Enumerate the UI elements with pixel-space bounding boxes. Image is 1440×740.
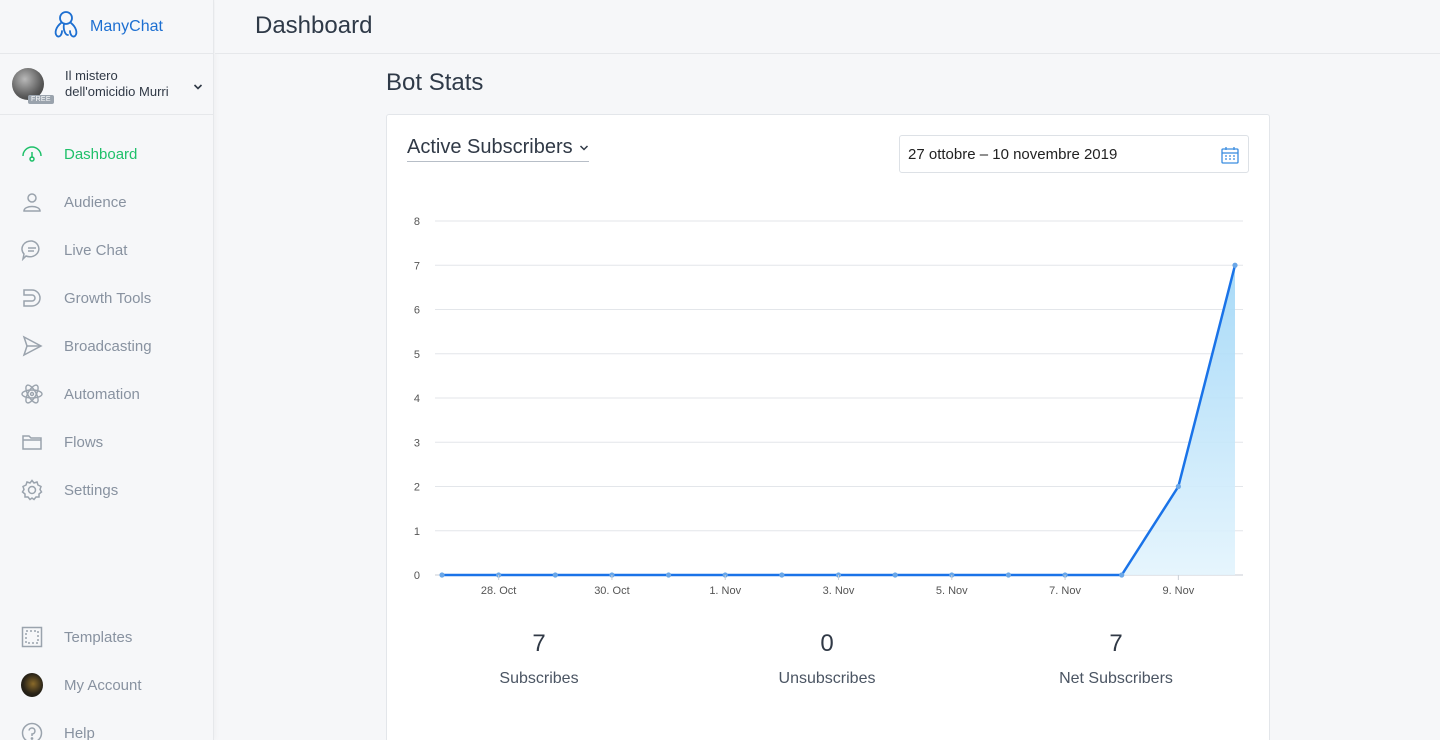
stat-value: 7	[1109, 630, 1123, 657]
y-tick-label: 2	[414, 482, 420, 494]
sidebar-item-settings[interactable]: Settings	[0, 466, 213, 514]
sidebar-item-my-account[interactable]: My Account	[0, 661, 213, 709]
data-point[interactable]	[779, 572, 785, 578]
chat-bubble-icon	[21, 239, 43, 261]
data-point[interactable]	[1119, 572, 1125, 578]
y-tick-label: 0	[414, 570, 420, 582]
chevron-down-icon[interactable]	[193, 78, 203, 96]
x-tick-label: 5. Nov	[936, 585, 968, 597]
sidebar-item-flows[interactable]: Flows	[0, 418, 213, 466]
series-area	[442, 265, 1235, 575]
y-tick-label: 3	[414, 437, 420, 449]
stat-label: Net Subscribers	[1059, 670, 1173, 687]
sidebar-item-audience[interactable]: Audience	[0, 178, 213, 226]
magnet-icon	[21, 287, 43, 309]
speedometer-icon	[21, 143, 43, 165]
sidebar-item-growth-tools[interactable]: Growth Tools	[0, 274, 213, 322]
sidebar-item-label: Settings	[64, 481, 119, 499]
section-title: Bot Stats	[386, 69, 484, 96]
folder-icon	[21, 431, 43, 453]
sidebar-item-label: Live Chat	[64, 241, 128, 259]
atom-icon	[21, 383, 43, 405]
chevron-down-icon	[579, 144, 588, 151]
data-point[interactable]	[552, 572, 558, 578]
send-icon	[21, 335, 43, 357]
gear-icon	[21, 479, 43, 501]
data-point[interactable]	[665, 572, 672, 578]
y-tick-label: 1	[414, 526, 420, 538]
top-header: Dashboard	[215, 0, 1440, 54]
sidebar-item-label: Audience	[64, 193, 127, 211]
sidebar: ManyChat FREE Il mistero dell'omicidio M…	[0, 0, 214, 740]
page-title: Dashboard	[255, 12, 373, 39]
x-tick-label: 9. Nov	[1162, 585, 1194, 597]
sidebar-item-live-chat[interactable]: Live Chat	[0, 226, 213, 274]
active-subscribers-chart: 0 1 2 3 4 5 6 7 8 28. Oct 30. Oct 1. Nov 3. Nov 5. N…	[414, 216, 1243, 597]
series-line	[442, 264, 1237, 577]
y-tick-label: 5	[414, 349, 420, 361]
account-name-line1: Il mistero	[65, 68, 118, 83]
y-tick-label: 7	[414, 260, 420, 272]
account-name: Il mistero dell'omicidio Murri	[65, 68, 169, 100]
date-range-value: 27 ottobre – 10 novembre 2019	[908, 145, 1118, 163]
sidebar-item-label: Automation	[64, 385, 140, 403]
y-tick-label: 8	[414, 216, 420, 228]
data-point[interactable]	[892, 572, 898, 578]
brand-logo[interactable]: ManyChat	[0, 0, 213, 54]
sidebar-item-label: Help	[64, 724, 95, 740]
manychat-logo-icon	[50, 9, 82, 44]
sidebar-item-label: Broadcasting	[64, 337, 152, 355]
date-range-picker[interactable]: 27 ottobre – 10 novembre 2019	[899, 135, 1249, 173]
help-icon	[21, 722, 43, 740]
sidebar-item-help[interactable]: Help	[0, 709, 213, 740]
data-point[interactable]	[439, 572, 445, 578]
calendar-icon[interactable]	[1220, 145, 1240, 169]
sidebar-item-automation[interactable]: Automation	[0, 370, 213, 418]
metric-select-value: Active Subscribers	[407, 136, 573, 158]
user-icon	[21, 191, 43, 213]
plan-badge: FREE	[28, 95, 54, 104]
data-point[interactable]	[1175, 483, 1181, 490]
x-tick-label: 3. Nov	[823, 585, 855, 597]
data-point[interactable]	[1005, 572, 1012, 578]
account-avatar	[21, 673, 43, 697]
stat-label: Unsubscribes	[778, 670, 876, 687]
data-point[interactable]	[1232, 262, 1238, 268]
bottom-nav: Templates My Account Help	[0, 613, 213, 740]
x-tick-label: 30. Oct	[594, 585, 629, 597]
metric-select-dropdown[interactable]: Active Subscribers	[407, 136, 589, 162]
sidebar-item-label: Dashboard	[64, 145, 138, 163]
sidebar-item-label: Growth Tools	[64, 289, 152, 307]
sidebar-item-label: Flows	[64, 433, 104, 451]
sidebar-item-label: My Account	[64, 676, 142, 694]
stat-net-subscribers: 7 Net Subscribers	[1016, 630, 1216, 688]
x-tick-label: 28. Oct	[481, 585, 516, 597]
account-switcher[interactable]: FREE Il mistero dell'omicidio Murri	[0, 54, 213, 115]
brand-name: ManyChat	[90, 17, 163, 35]
stat-label: Subscribes	[499, 670, 579, 687]
sidebar-item-templates[interactable]: Templates	[0, 613, 213, 661]
stat-subscribes: 7 Subscribes	[439, 630, 639, 688]
x-tick-label: 7. Nov	[1049, 585, 1081, 597]
y-tick-label: 4	[414, 393, 420, 405]
y-tick-label: 6	[414, 305, 420, 317]
sidebar-item-dashboard[interactable]: Dashboard	[0, 130, 213, 178]
stat-value: 0	[820, 630, 834, 657]
sidebar-item-label: Templates	[64, 628, 133, 646]
stat-unsubscribes: 0 Unsubscribes	[727, 630, 927, 688]
sidebar-item-broadcasting[interactable]: Broadcasting	[0, 322, 213, 370]
bot-stats-card: Active Subscribers 27 ottobre – 10 novem…	[386, 114, 1270, 740]
stat-value: 7	[532, 630, 546, 657]
page-avatar: FREE	[12, 68, 54, 104]
main-nav: Dashboard Audience Live Chat Growth Tool…	[0, 130, 213, 514]
templates-icon	[21, 626, 43, 648]
x-tick-label: 1. Nov	[709, 585, 741, 597]
account-name-line2: dell'omicidio Murri	[65, 84, 169, 99]
